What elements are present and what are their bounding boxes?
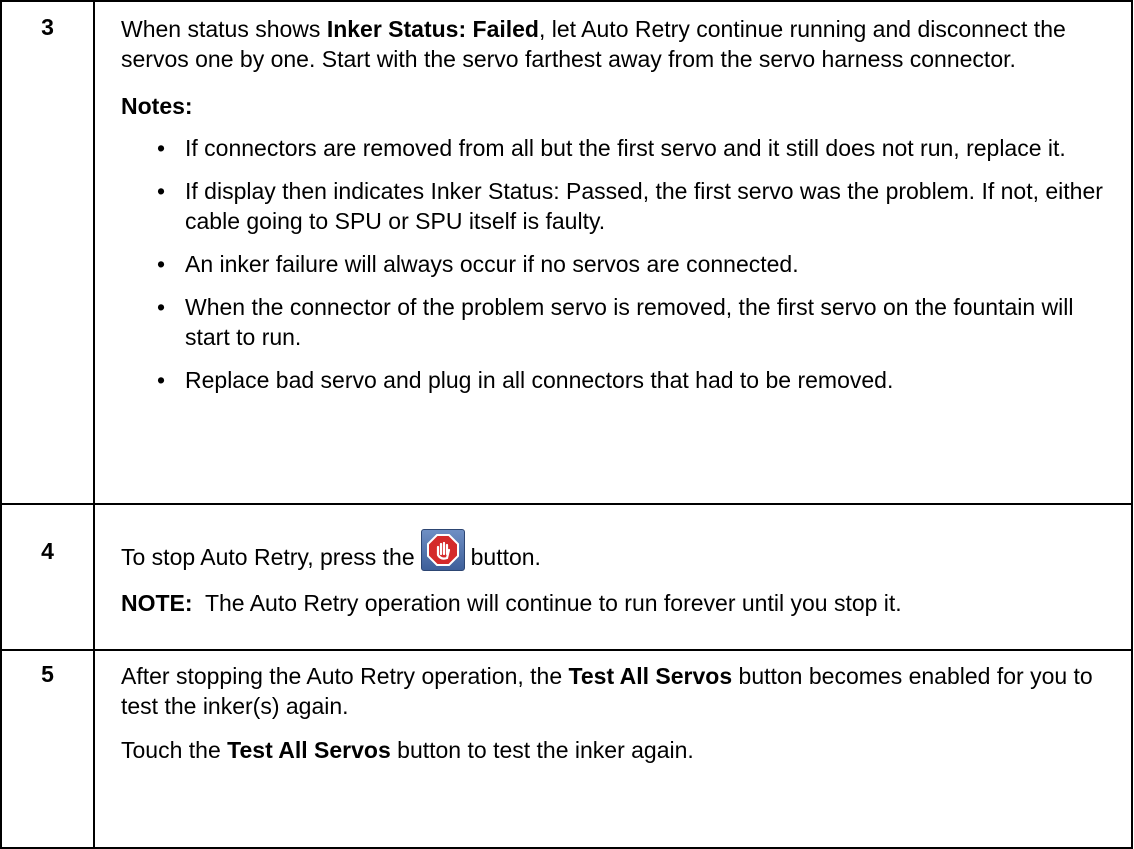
status-label: Inker Status: Failed xyxy=(326,16,539,42)
bullet-icon: • xyxy=(156,294,166,320)
step-note: NOTE: The Auto Retry operation will cont… xyxy=(121,590,902,616)
step-number: 4 xyxy=(0,503,95,651)
procedure-table: 3 When status shows Inker Status: Failed… xyxy=(0,0,1133,849)
test-all-servos-label: Test All Servos xyxy=(568,663,733,689)
bullet-icon: • xyxy=(156,251,166,277)
bullet-icon: • xyxy=(156,178,166,204)
notes-heading: Notes: xyxy=(121,93,193,119)
list-item: • If display then indicates Inker Status:… xyxy=(149,176,1119,236)
step-row: 4 To stop Auto Retry, press the button. N… xyxy=(0,503,1133,651)
step-instruction: After stopping the Auto Retry operation,… xyxy=(121,663,1093,719)
list-item: • An inker failure will always occur if n… xyxy=(149,249,1119,279)
notes-list: • If connectors are removed from all but … xyxy=(121,133,1119,395)
step-row: 3 When status shows Inker Status: Failed… xyxy=(0,0,1133,505)
bullet-icon: • xyxy=(156,135,166,161)
step-number: 5 xyxy=(0,649,95,849)
step-content: To stop Auto Retry, press the button. NOT… xyxy=(93,503,1133,651)
list-item: • When the connector of the problem servo… xyxy=(149,292,1119,352)
note-label: NOTE: xyxy=(121,590,193,616)
test-all-servos-label: Test All Servos xyxy=(227,737,391,763)
list-item: • If connectors are removed from all but … xyxy=(149,133,1119,163)
step-content: After stopping the Auto Retry operation,… xyxy=(93,649,1133,849)
step-row: 5 After stopping the Auto Retry operatio… xyxy=(0,649,1133,849)
step-instruction: To stop Auto Retry, press the button. xyxy=(121,529,1119,572)
list-item: • Replace bad servo and plug in all conne… xyxy=(149,365,1119,395)
step-content: When status shows Inker Status: Failed, … xyxy=(93,0,1133,505)
bullet-icon: • xyxy=(156,367,166,393)
step-number: 3 xyxy=(0,0,95,505)
stop-hand-icon xyxy=(420,529,465,571)
step-instruction: Touch the Test All Servos button to test… xyxy=(121,737,694,763)
step-instruction: When status shows Inker Status: Failed, … xyxy=(121,16,1066,72)
